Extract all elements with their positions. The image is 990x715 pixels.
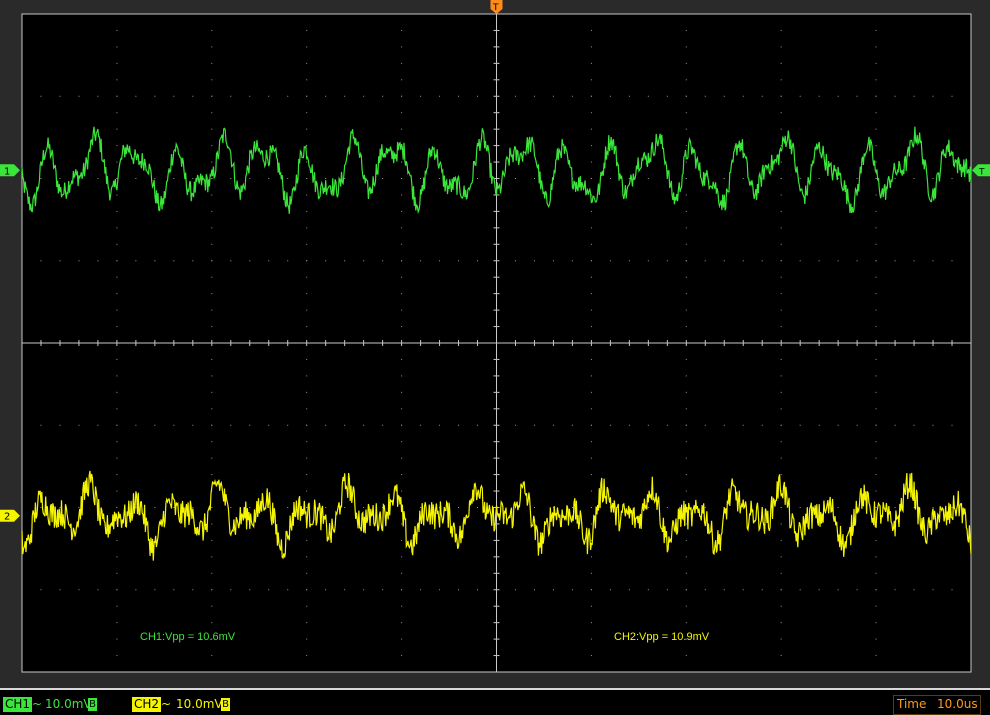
trigger-level-marker: T (972, 164, 990, 177)
ch2-bw-limit-badge: B (221, 698, 230, 711)
time-value: 10.0us (937, 697, 978, 711)
time-label: Time (897, 697, 927, 711)
ch1-coupling-ac-icon: ~ (32, 697, 43, 711)
measurement-ch1-vpp: CH1:Vpp = 10.6mV (140, 631, 236, 643)
timebase-box[interactable]: Time 10.0us (893, 695, 981, 715)
ch1-scale[interactable]: 10.0mV (45, 697, 92, 712)
trigger-level-label: T (978, 167, 985, 177)
measurement-ch2-vpp: CH2:Vpp = 10.9mV (614, 631, 710, 643)
ch2-coupling-ac-icon: ~ (161, 697, 172, 711)
channel-marker-ch1: 1 (0, 164, 20, 177)
ch1-bw-limit-badge: B (88, 698, 97, 711)
status-bar: CH1 ~ 10.0mV B CH2 ~ 10.0mV B Time 10.0u… (0, 688, 990, 715)
ch1-tag[interactable]: CH1 (3, 697, 33, 712)
channel-marker-ch2: 2 (0, 509, 20, 523)
waveform-screen: 1 CH1:Vpp = 10.6mV 2 CH2:Vpp = 10.9mV T T (0, 0, 990, 673)
ch2-scale[interactable]: 10.0mV (176, 697, 223, 712)
trigger-position-marker: T (490, 0, 503, 14)
channel-marker-label: 2 (4, 512, 10, 523)
ch2-tag[interactable]: CH2 (132, 697, 162, 712)
trigger-position-label: T (492, 3, 499, 13)
oscilloscope-display: 1 CH1:Vpp = 10.6mV 2 CH2:Vpp = 10.9mV T T CH1… (0, 0, 990, 715)
channel-marker-label: 1 (4, 166, 10, 177)
